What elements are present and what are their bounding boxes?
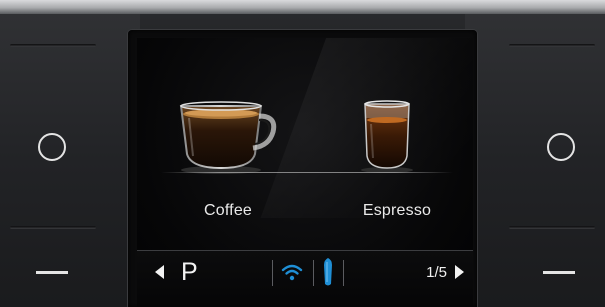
water-level-icon — [324, 258, 332, 286]
product-espresso[interactable]: Espresso — [347, 94, 447, 244]
panel-groove — [509, 44, 595, 47]
wifi-icon — [281, 264, 303, 281]
panel-groove — [10, 44, 96, 47]
panel-groove — [10, 226, 96, 229]
right-circle-button[interactable] — [547, 133, 575, 161]
product-coffee[interactable]: Coffee — [173, 94, 283, 244]
espresso-glass-icon — [361, 100, 413, 173]
status-divider — [313, 260, 314, 286]
left-control-panel — [0, 14, 140, 307]
left-circle-button[interactable] — [38, 133, 66, 161]
profile-indicator[interactable]: P — [181, 254, 198, 290]
next-page-arrow-icon[interactable] — [455, 265, 464, 279]
product-shelf-line — [161, 172, 453, 173]
coffee-machine-panel: Coffee Espresso P 1/5 — [0, 0, 605, 307]
coffee-cup-icon — [179, 101, 277, 174]
status-divider — [272, 260, 273, 286]
display-screen: Coffee Espresso P 1/5 — [137, 38, 473, 307]
left-minus-button[interactable] — [36, 271, 68, 274]
right-control-panel — [465, 14, 605, 307]
previous-page-arrow-icon[interactable] — [155, 265, 164, 279]
status-divider — [343, 260, 344, 286]
right-minus-button[interactable] — [543, 271, 575, 274]
product-label-coffee: Coffee — [203, 202, 253, 219]
page-indicator: 1/5 — [426, 264, 447, 281]
product-label-espresso: Espresso — [362, 202, 432, 219]
top-rim — [0, 0, 605, 14]
panel-groove — [509, 226, 595, 229]
